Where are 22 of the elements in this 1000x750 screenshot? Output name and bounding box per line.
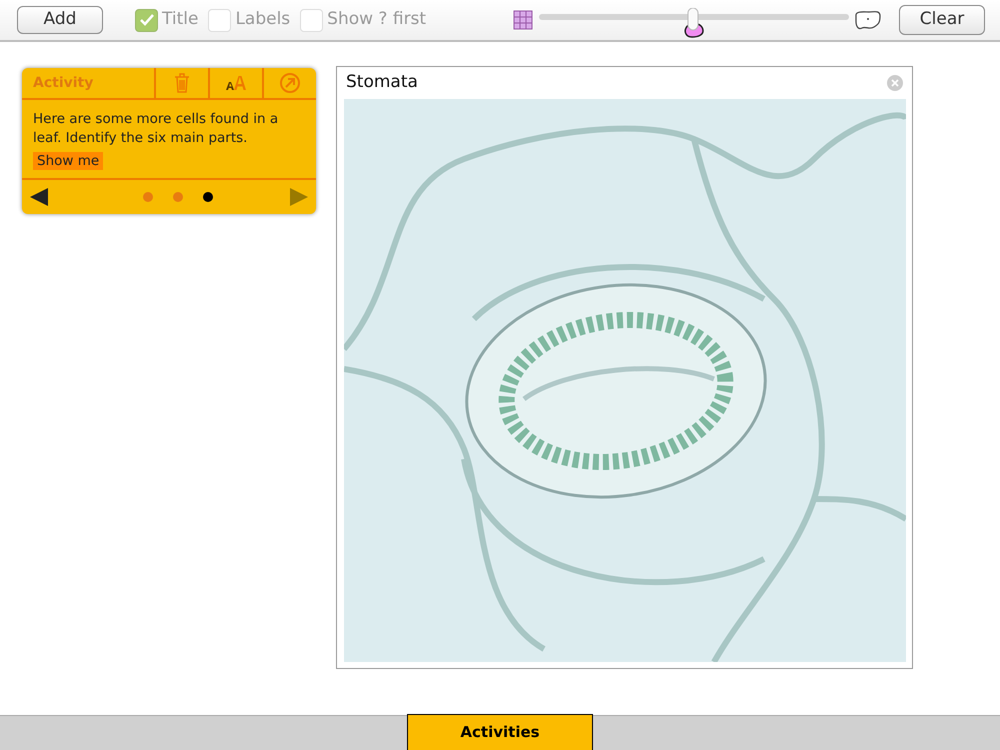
activities-tab[interactable]: Activities — [407, 714, 593, 750]
checkbox-label: Title — [162, 8, 198, 32]
checkbox[interactable] — [135, 8, 158, 32]
cell-grid-icon — [513, 10, 533, 30]
panel-title: Stomata — [346, 71, 419, 94]
checkmark-icon — [140, 14, 154, 26]
card-title: Activity — [32, 74, 94, 92]
single-cell-icon — [853, 9, 883, 31]
checkbox[interactable] — [208, 8, 232, 32]
checkbox-label: Labels — [235, 8, 290, 32]
left-triangle-icon — [30, 188, 48, 206]
add-button[interactable]: Add — [17, 6, 103, 34]
text-size-icon — [225, 75, 247, 91]
show-me-button[interactable]: Show me — [33, 152, 104, 170]
right-triangle-icon — [290, 188, 308, 206]
close-icon — [891, 79, 899, 87]
checkbox-label: Show ? first — [327, 8, 426, 32]
trash-icon — [174, 73, 190, 93]
clear-button[interactable]: Clear — [899, 5, 985, 35]
checkbox[interactable] — [300, 8, 324, 32]
close-button[interactable] — [887, 75, 903, 91]
activity-text: Here are some more cells found in a leaf. Identify the six main parts. — [33, 110, 280, 148]
